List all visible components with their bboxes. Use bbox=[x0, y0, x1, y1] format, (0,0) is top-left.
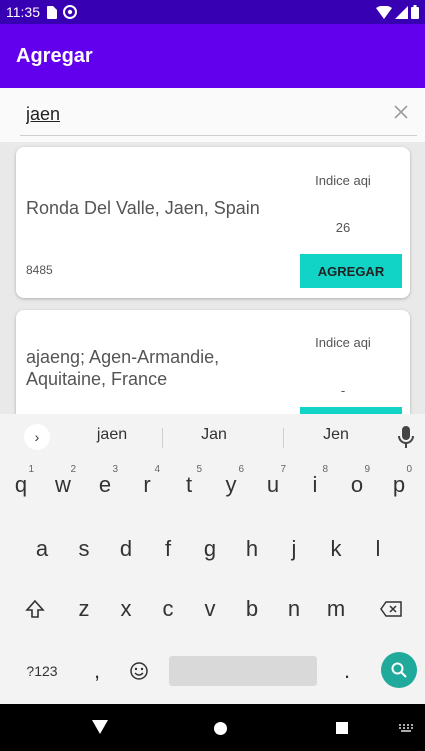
aqi-value: - bbox=[340, 383, 346, 398]
clear-search-button[interactable] bbox=[387, 98, 415, 126]
page-title: Agregar bbox=[16, 44, 93, 67]
key[interactable]: 5t bbox=[172, 462, 206, 508]
home-icon[interactable] bbox=[214, 722, 227, 735]
shift-icon bbox=[25, 599, 45, 618]
emoji-key[interactable] bbox=[122, 648, 156, 694]
key[interactable]: x bbox=[109, 586, 143, 632]
suggestion-divider bbox=[283, 428, 284, 448]
at-icon bbox=[63, 5, 77, 19]
key[interactable]: g bbox=[193, 526, 227, 572]
back-icon[interactable] bbox=[92, 720, 108, 734]
signal-icon bbox=[395, 5, 408, 19]
key[interactable]: n bbox=[277, 586, 311, 632]
suggestion-item[interactable]: jaen bbox=[72, 426, 152, 444]
aqi-label: Indice aqi bbox=[315, 335, 371, 350]
key[interactable]: z bbox=[67, 586, 101, 632]
backspace-key[interactable] bbox=[374, 586, 408, 632]
battery-icon bbox=[411, 5, 419, 19]
app-bar: Agregar bbox=[0, 24, 425, 88]
key[interactable]: a bbox=[25, 526, 59, 572]
key[interactable]: f bbox=[151, 526, 185, 572]
suggestion-divider bbox=[162, 428, 163, 448]
result-id: 8485 bbox=[26, 263, 53, 277]
symbols-key[interactable]: ?123 bbox=[18, 648, 66, 694]
shift-key[interactable] bbox=[18, 586, 52, 632]
result-card[interactable]: ajaeng; Agen-Armandie, Aquitaine, France… bbox=[16, 310, 410, 430]
key[interactable]: 6y bbox=[214, 462, 248, 508]
key[interactable]: k bbox=[319, 526, 353, 572]
aqi-value: 26 bbox=[335, 220, 351, 235]
period-key[interactable]: . bbox=[330, 648, 364, 694]
search-underline bbox=[20, 135, 417, 136]
key[interactable]: 7u bbox=[256, 462, 290, 508]
status-bar: 11:35 bbox=[0, 0, 425, 24]
key[interactable]: m bbox=[319, 586, 353, 632]
key[interactable]: v bbox=[193, 586, 227, 632]
space-bar[interactable] bbox=[169, 656, 317, 686]
suggestion-strip: › jaen Jan Jen bbox=[0, 414, 425, 460]
wifi-icon bbox=[376, 5, 392, 19]
key[interactable]: l bbox=[361, 526, 395, 572]
key[interactable]: c bbox=[151, 586, 185, 632]
key[interactable]: 3e bbox=[88, 462, 122, 508]
search-input[interactable] bbox=[26, 100, 366, 128]
key[interactable]: h bbox=[235, 526, 269, 572]
emoji-icon bbox=[130, 662, 148, 680]
key[interactable]: d bbox=[109, 526, 143, 572]
key[interactable]: 1q bbox=[4, 462, 38, 508]
key[interactable]: b bbox=[235, 586, 269, 632]
suggestion-item[interactable]: Jen bbox=[296, 426, 376, 444]
key[interactable]: s bbox=[67, 526, 101, 572]
key[interactable]: 8i bbox=[298, 462, 332, 508]
backspace-icon bbox=[380, 601, 402, 617]
status-time: 11:35 bbox=[6, 4, 40, 20]
key[interactable]: j bbox=[277, 526, 311, 572]
result-card[interactable]: Ronda Del Valle, Jaen, Spain Indice aqi … bbox=[16, 147, 410, 298]
key[interactable]: 2w bbox=[46, 462, 80, 508]
aqi-label: Indice aqi bbox=[315, 173, 371, 188]
sim-card-icon bbox=[47, 5, 57, 19]
key[interactable]: 0p bbox=[382, 462, 416, 508]
nav-bar bbox=[0, 704, 425, 751]
chevron-right-icon[interactable]: › bbox=[24, 424, 50, 450]
comma-key[interactable]: , bbox=[80, 648, 114, 694]
close-icon bbox=[394, 105, 408, 119]
search-bar bbox=[0, 88, 425, 142]
search-icon bbox=[391, 662, 407, 678]
soft-keyboard: › jaen Jan Jen 1q 2w 3e 4r 5t 6y 7u 8i 9… bbox=[0, 414, 425, 704]
mic-icon[interactable] bbox=[395, 424, 417, 450]
result-name: Ronda Del Valle, Jaen, Spain bbox=[26, 198, 260, 218]
add-button[interactable]: AGREGAR bbox=[300, 254, 402, 288]
recents-icon[interactable] bbox=[336, 722, 348, 734]
result-name: ajaeng; Agen-Armandie, Aquitaine, France bbox=[26, 347, 220, 389]
key[interactable]: 4r bbox=[130, 462, 164, 508]
keyboard-icon[interactable] bbox=[399, 724, 413, 732]
suggestion-item[interactable]: Jan bbox=[174, 426, 254, 444]
search-key[interactable] bbox=[381, 652, 417, 688]
key[interactable]: 9o bbox=[340, 462, 374, 508]
